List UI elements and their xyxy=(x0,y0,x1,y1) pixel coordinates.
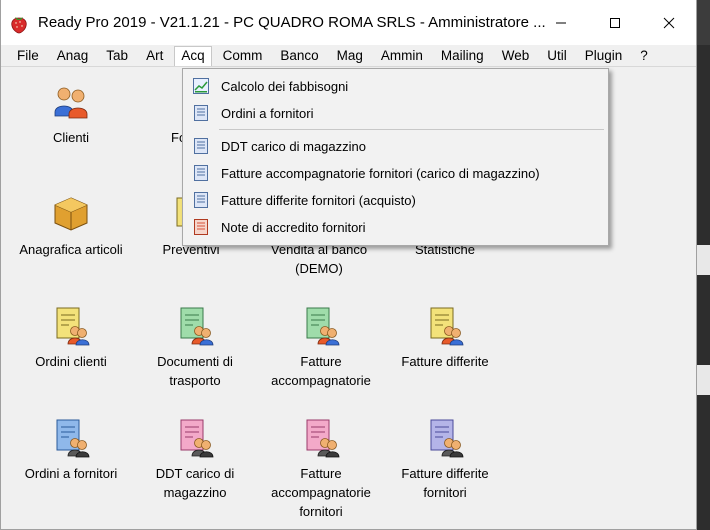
maximize-icon xyxy=(610,17,620,28)
menu-plugin[interactable]: Plugin xyxy=(578,46,630,66)
document-user-icon xyxy=(56,307,90,346)
box-icon xyxy=(54,197,88,231)
desktop-icon-label: Fatture accompagnatorie xyxy=(271,354,371,388)
menu-bar: File Anag Tab Art Acq Comm Banco Mag Amm… xyxy=(1,45,696,67)
menu-file[interactable]: File xyxy=(10,46,46,66)
document-user-icon xyxy=(306,307,340,346)
minimize-icon xyxy=(556,22,566,23)
desktop-icon-label: Ordini clienti xyxy=(35,354,107,369)
menu-mailing[interactable]: Mailing xyxy=(434,46,491,66)
title-bar[interactable]: Ready Pro 2019 - V21.1.21 - PC QUADRO RO… xyxy=(1,0,696,45)
document-user-icon xyxy=(180,307,214,346)
strawberry-logo-icon xyxy=(11,16,27,33)
document-user-icon xyxy=(306,419,340,458)
window-title: Ready Pro 2019 - V21.1.21 - PC QUADRO RO… xyxy=(38,14,546,31)
desktop-icon-label: Ordini a fornitori xyxy=(24,466,118,481)
desktop-icon-label: DDT carico di magazzino xyxy=(155,466,235,500)
desktop-icon-label: Anagrafica articoli xyxy=(19,242,123,257)
minimize-button[interactable] xyxy=(534,0,588,45)
menu-help[interactable]: ? xyxy=(633,46,655,66)
document-icon xyxy=(194,192,208,208)
maximize-button[interactable] xyxy=(588,0,642,45)
desktop-icon-fatture-accompagnatorie-fornitori[interactable]: Fatture accompagnatorie fornitori xyxy=(261,418,381,521)
menu-separator xyxy=(219,129,604,130)
window-controls xyxy=(534,0,696,45)
menu-mag[interactable]: Mag xyxy=(330,46,370,66)
desktop-icon-label: Documenti di trasporto xyxy=(157,354,233,388)
background-window-fragment xyxy=(697,365,710,395)
document-user-icon xyxy=(56,419,90,458)
app-window: Ready Pro 2019 - V21.1.21 - PC QUADRO RO… xyxy=(0,0,697,530)
users-icon xyxy=(54,87,88,119)
document-user-icon xyxy=(180,419,214,458)
desktop-icon-clienti[interactable]: Clienti xyxy=(11,82,131,147)
menu-item-ddt-carico-magazzino[interactable]: DDT carico di magazzino xyxy=(183,133,608,159)
background-window-edge xyxy=(697,45,710,530)
menu-comm[interactable]: Comm xyxy=(216,46,270,66)
menu-item-ordini-fornitori[interactable]: Ordini a fornitori xyxy=(183,100,608,126)
desktop-icon-ordini-fornitori[interactable]: Ordini a fornitori xyxy=(11,418,131,483)
menu-acq[interactable]: Acq xyxy=(174,45,212,66)
desktop-icon-fatture-differite-fornitori[interactable]: Fatture differite fornitori xyxy=(385,418,505,502)
acq-dropdown-menu: Calcolo dei fabbisogni Ordini a fornitor… xyxy=(182,68,609,246)
document-icon xyxy=(194,105,208,121)
menu-banco[interactable]: Banco xyxy=(273,46,325,66)
chart-icon xyxy=(193,78,209,94)
desktop-icon-label: Clienti xyxy=(52,130,90,145)
document-user-icon xyxy=(430,307,464,346)
menu-item-calcolo-fabbisogni[interactable]: Calcolo dei fabbisogni xyxy=(183,73,608,99)
close-icon xyxy=(663,17,675,28)
menu-ammin[interactable]: Ammin xyxy=(374,46,430,66)
menu-anag[interactable]: Anag xyxy=(50,46,96,66)
close-button[interactable] xyxy=(642,0,696,45)
menu-item-fatture-differite-fornitori[interactable]: Fatture differite fornitori (acquisto) xyxy=(183,187,608,213)
document-user-icon xyxy=(430,419,464,458)
desktop-icon-ddt-carico-magazzino[interactable]: DDT carico di magazzino xyxy=(135,418,255,502)
desktop-icon-fatture-accompagnatorie[interactable]: Fatture accompagnatorie xyxy=(261,306,381,390)
desktop-icon-anagrafica-articoli[interactable]: Anagrafica articoli xyxy=(11,194,131,259)
menu-item-fatture-accompagnatorie-fornitori[interactable]: Fatture accompagnatorie fornitori (caric… xyxy=(183,160,608,186)
red-document-icon xyxy=(194,219,208,235)
menu-util[interactable]: Util xyxy=(540,46,574,66)
menu-tab[interactable]: Tab xyxy=(99,46,135,66)
menu-item-note-accredito-fornitori[interactable]: Note di accredito fornitori xyxy=(183,214,608,240)
desktop-icon-ordini-clienti[interactable]: Ordini clienti xyxy=(11,306,131,371)
background-window-fragment xyxy=(697,245,710,275)
desktop-icon-label: Fatture differite xyxy=(401,354,489,369)
document-icon xyxy=(194,165,208,181)
document-icon xyxy=(194,138,208,154)
desktop-icon-fatture-differite[interactable]: Fatture differite xyxy=(385,306,505,371)
menu-web[interactable]: Web xyxy=(495,46,537,66)
menu-art[interactable]: Art xyxy=(139,46,170,66)
desktop-icon-documenti-trasporto[interactable]: Documenti di trasporto xyxy=(135,306,255,390)
desktop-icon-fornitori[interactable]: Fo xyxy=(123,82,205,147)
desktop-icon-label: Fatture differite fornitori xyxy=(401,466,489,500)
desktop-icon-label: Fatture accompagnatorie fornitori xyxy=(271,466,371,519)
